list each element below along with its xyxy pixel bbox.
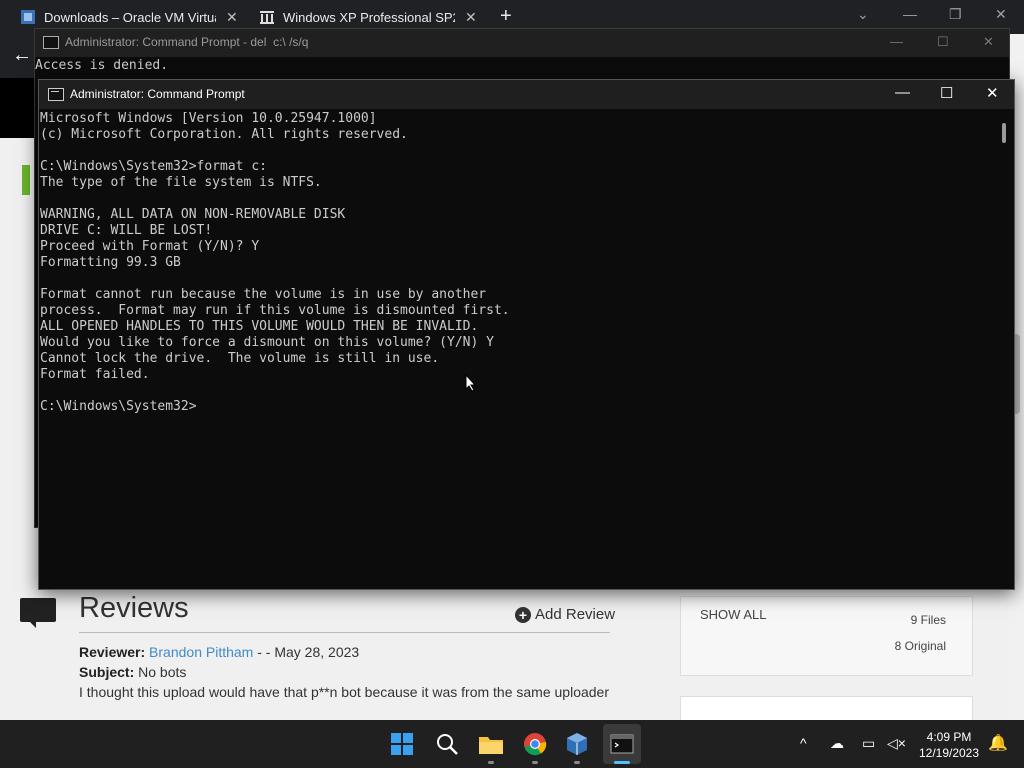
green-logo-fragment — [22, 165, 30, 195]
files-count[interactable]: 9 Files — [911, 613, 946, 627]
console-line: WARNING, ALL DATA ON NON-REMOVABLE DISK — [40, 207, 346, 222]
subject-label: Subject: — [79, 664, 135, 680]
browser-minimize-icon[interactable]: — — [903, 6, 917, 22]
close-icon[interactable]: ✕ — [986, 84, 999, 102]
cmd-title: Administrator: Command Prompt — [70, 87, 245, 101]
subject-line: Subject: No bots — [79, 664, 186, 680]
terminal-icon[interactable] — [608, 730, 636, 758]
tab-close-icon[interactable]: ✕ — [226, 9, 238, 26]
tab-title: Downloads – Oracle VM VirtualB — [44, 9, 216, 25]
browser-close-icon[interactable]: ✕ — [995, 6, 1007, 23]
file-explorer-icon[interactable] — [477, 730, 505, 758]
show-all-link[interactable]: SHOW ALL — [700, 607, 766, 622]
tab-close-icon[interactable]: ✕ — [465, 9, 477, 26]
tab-windows-xp[interactable]: Windows XP Professional SP2 (H ✕ — [259, 4, 477, 30]
cmd-icon — [48, 88, 64, 101]
original-count[interactable]: 8 Original — [895, 639, 946, 653]
back-arrow-icon[interactable]: ← — [12, 44, 32, 67]
new-tab-button[interactable]: + — [500, 5, 512, 28]
review-date: - - May 28, 2023 — [253, 644, 360, 660]
background-cmd-title: Administrator: Command Prompt - del c:\ … — [65, 35, 309, 49]
active-indicator — [614, 761, 630, 764]
speech-bubble-icon — [20, 598, 56, 628]
add-review-button[interactable]: + Add Review — [515, 606, 615, 623]
add-review-label: Add Review — [535, 606, 616, 623]
console-line: DRIVE C: WILL BE LOST! — [40, 223, 213, 238]
archive-favicon-icon — [259, 9, 275, 25]
console-line: C:\Windows\System32>format c: — [40, 159, 267, 174]
cmd-icon — [43, 36, 59, 49]
maximize-icon[interactable]: ☐ — [940, 84, 953, 102]
running-indicator — [488, 761, 494, 764]
running-indicator — [574, 761, 580, 764]
console-line: Format failed. — [40, 367, 150, 382]
notification-bell-icon[interactable]: 🔔 — [988, 733, 1008, 753]
console-line: Cannot lock the drive. The volume is sti… — [40, 351, 440, 366]
tab-title: Windows XP Professional SP2 (H — [283, 9, 455, 25]
show-hidden-icons-icon[interactable]: ^ — [800, 735, 807, 751]
reviewer-link[interactable]: Brandon Pittham — [149, 644, 253, 660]
console-line: Microsoft Windows [Version 10.0.25947.10… — [40, 111, 377, 126]
clock-date: 12/19/2023 — [918, 746, 980, 760]
tab-downloads[interactable]: Downloads – Oracle VM VirtualB ✕ — [20, 4, 238, 30]
subject-text: No bots — [138, 664, 187, 680]
start-windows-icon[interactable] — [388, 730, 416, 758]
console-scrollbar[interactable] — [1002, 123, 1006, 143]
reviews-heading: Reviews — [79, 592, 189, 624]
reviewer-line: Reviewer: Brandon Pittham - - May 28, 20… — [79, 644, 359, 660]
console-line: Proceed with Format (Y/N)? Y — [40, 239, 260, 254]
background-cmd-line: Access is denied. — [35, 58, 169, 73]
review-body: I thought this upload would have that p*… — [79, 684, 610, 700]
console-line: Would you like to force a dismount on th… — [40, 335, 494, 350]
console-line: ALL OPENED HANDLES TO THIS VOLUME WOULD … — [40, 319, 479, 334]
search-icon[interactable] — [433, 730, 461, 758]
clock[interactable]: 4:09 PM 12/19/2023 — [914, 729, 984, 761]
chrome-icon[interactable] — [521, 730, 549, 758]
console-line: (c) Microsoft Corporation. All rights re… — [40, 127, 408, 142]
cmd-titlebar[interactable]: Administrator: Command Prompt — ☐ ✕ — [39, 80, 1014, 109]
console-line: process. Format may run if this volume i… — [40, 303, 510, 318]
console-output[interactable]: Microsoft Windows [Version 10.0.25947.10… — [40, 111, 1000, 589]
onedrive-icon[interactable]: ☁ — [830, 735, 844, 752]
console-line: The type of the file system is NTFS. — [40, 175, 322, 190]
plus-circle-icon: + — [515, 606, 531, 623]
console-line: C:\Windows\System32> — [40, 399, 197, 414]
minimize-icon[interactable]: — — [895, 84, 910, 101]
network-icon[interactable]: ▭ — [862, 735, 875, 752]
console-line: Format cannot run because the volume is … — [40, 287, 487, 302]
virtualbox-icon[interactable] — [563, 730, 591, 758]
clock-time: 4:09 PM — [926, 730, 972, 744]
close-icon[interactable]: ✕ — [983, 34, 994, 50]
background-cmd-titlebar[interactable]: Administrator: Command Prompt - del c:\ … — [35, 29, 1009, 57]
divider — [79, 632, 610, 633]
maximize-icon[interactable]: ☐ — [937, 34, 949, 50]
console-line: Formatting 99.3 GB — [40, 255, 181, 270]
volume-muted-icon[interactable]: ◁× — [887, 735, 906, 752]
cmd-window[interactable]: Administrator: Command Prompt — ☐ ✕ Micr… — [38, 79, 1015, 590]
reviewer-label: Reviewer: — [79, 644, 146, 660]
running-indicator — [532, 761, 538, 764]
browser-restore-icon[interactable]: ❐ — [949, 6, 962, 23]
minimize-icon[interactable]: — — [890, 34, 903, 49]
tab-search-icon[interactable]: ⌄ — [857, 6, 869, 23]
virtualbox-favicon-icon — [20, 9, 36, 25]
